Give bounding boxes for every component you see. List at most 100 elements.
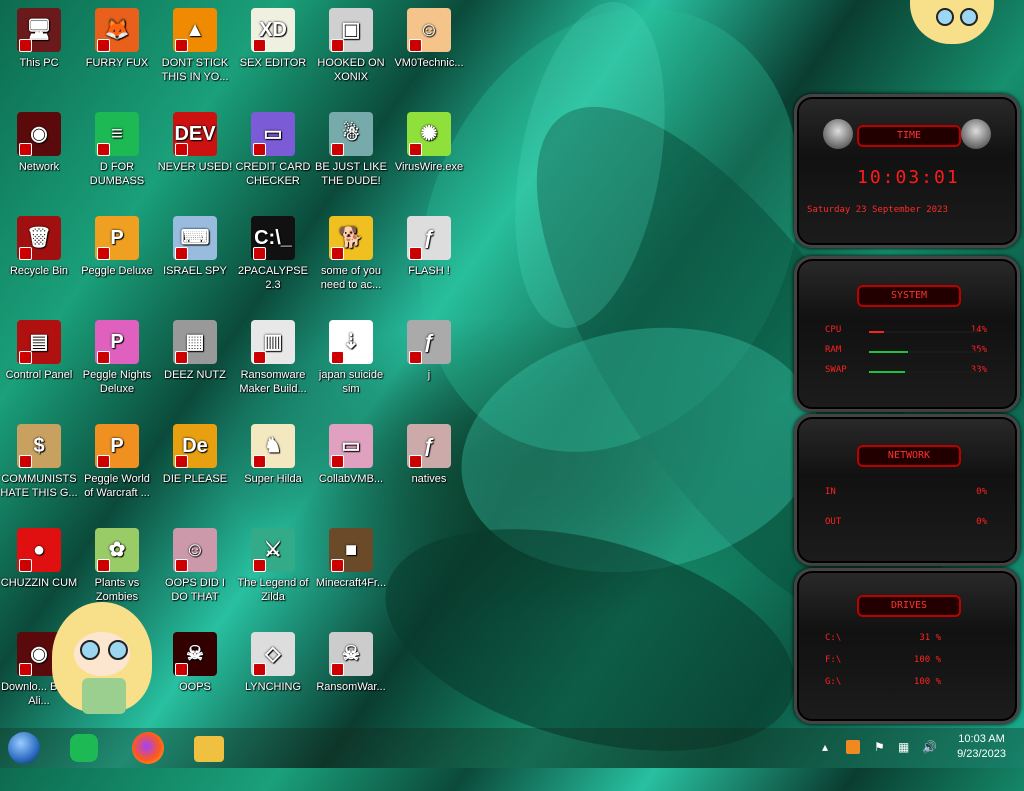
- portrait-icon: ☺: [173, 528, 217, 572]
- taskbar-clock[interactable]: 10:03 AM 9/23/2023: [957, 732, 1006, 762]
- desktop-icon-label: RansomWar...: [316, 681, 386, 693]
- desktop-icon[interactable]: ⇣ japan suicide sim: [312, 320, 390, 396]
- de-icon: De: [173, 424, 217, 468]
- desktop-icon-label: DONT STICK THIS IN YO...: [161, 57, 229, 83]
- desktop-icon[interactable]: ƒj: [390, 320, 468, 382]
- desktop-icon[interactable]: ƒ natives: [390, 424, 468, 486]
- desktop-icon[interactable]: ▭ CREDIT CARD CHECKER: [234, 112, 312, 188]
- hxd-icon: XD: [251, 8, 295, 52]
- desktop-icon[interactable]: ◇ LYNCHING: [234, 632, 312, 694]
- drive-g-row: G:\ 100 %: [825, 677, 941, 687]
- swap-bar: [869, 371, 979, 373]
- desktop-icon[interactable]: ▣ HOOKED ON XONIX: [312, 8, 390, 84]
- desktop-icon-label: LYNCHING: [244, 681, 302, 693]
- desktop-icon[interactable]: P Peggle World of Warcraft ...: [78, 424, 156, 500]
- flash-j-icon: ƒ: [407, 320, 451, 364]
- desktop-icon[interactable]: P Peggle Deluxe: [78, 216, 156, 278]
- desktop-icon[interactable]: ✿ Plants vs Zombies: [78, 528, 156, 604]
- ram-bar: [869, 351, 979, 353]
- desktop-icon[interactable]: ▥ Ransomware Maker Build...: [234, 320, 312, 396]
- desktop-icon[interactable]: ◉ Network: [0, 112, 78, 174]
- volume-icon[interactable]: 🔊: [922, 740, 937, 754]
- firefox-icon[interactable]: [132, 732, 164, 764]
- shortcut-badge-icon: [331, 143, 344, 156]
- desktop-icon[interactable]: P Peggle Nights Deluxe: [78, 320, 156, 396]
- shortcut-badge-icon: [175, 455, 188, 468]
- network-gadget[interactable]: NETWORK IN 0% OUT 0%: [794, 414, 1020, 566]
- desktop-icon[interactable]: ▭ CollabVMB...: [312, 424, 390, 486]
- network-tray-icon[interactable]: ▦: [898, 740, 909, 754]
- oops-icon: ☠: [173, 632, 217, 676]
- firefox-icon: 🦊: [95, 8, 139, 52]
- shortcut-badge-icon: [97, 39, 110, 52]
- desktop-icon[interactable]: ✺ VirusWire.exe: [390, 112, 468, 174]
- shortcut-badge-icon: [175, 39, 188, 52]
- gadget-title: DRIVES: [857, 595, 961, 617]
- drives-gadget[interactable]: DRIVES C:\ 31 % F:\ 100 % G:\ 100 %: [794, 568, 1020, 724]
- alien-head-icon: [823, 119, 853, 149]
- alien-network-icon: ◉: [17, 112, 61, 156]
- gadget-title: TIME: [857, 125, 961, 147]
- desktop-icon[interactable]: C:\_ 2PACALYPSE 2.3: [234, 216, 312, 292]
- shortcut-badge-icon: [175, 663, 188, 676]
- monitor-pink-icon: ▭: [329, 424, 373, 468]
- shortcut-badge-icon: [331, 351, 344, 364]
- desktop-icon-label: CHUZZIN CUM: [0, 577, 78, 589]
- desktop-icon[interactable]: ≡ D FOR DUMBASS: [78, 112, 156, 188]
- tray-app-icon[interactable]: [846, 740, 860, 754]
- desktop-icon[interactable]: 🐕 some of you need to ac...: [312, 216, 390, 292]
- desktop-icon[interactable]: 🖥 This PC: [0, 8, 78, 70]
- minecraft-icon: ■: [329, 528, 373, 572]
- desktop-icon[interactable]: ƒ FLASH !: [390, 216, 468, 278]
- shortcut-badge-icon: [409, 455, 422, 468]
- stack-windows-icon: ▦: [173, 320, 217, 364]
- cpu-bar: [869, 331, 979, 333]
- chat-icon[interactable]: [70, 734, 98, 762]
- desktop-icon[interactable]: ☠ RansomWar...: [312, 632, 390, 694]
- dev-cpp-icon: DEV: [173, 112, 217, 156]
- desktop-icon[interactable]: ☺ OOPS DID I DO THAT: [156, 528, 234, 604]
- flash-natives-icon: ƒ: [407, 424, 451, 468]
- peggle-nights-icon: P: [95, 320, 139, 364]
- desktop-icon-label: FURRY FUX: [85, 57, 149, 69]
- desktop-icon[interactable]: De DIE PLEASE: [156, 424, 234, 486]
- desktop-icon[interactable]: 🗑 Recycle Bin: [0, 216, 78, 278]
- desktop-icon[interactable]: ▦ DEEZ NUTZ: [156, 320, 234, 382]
- desktop-icon-label: Super Hilda: [244, 473, 302, 485]
- desktop-icon-label: Plants vs Zombies: [94, 577, 140, 603]
- star-sticker-left: [52, 602, 152, 722]
- desktop-icon[interactable]: ☺ VM0Technic...: [390, 8, 468, 70]
- system-gadget[interactable]: SYSTEM CPU 14% RAM 35% SWAP 33%: [794, 256, 1020, 412]
- desktop-icon[interactable]: ♞ Super Hilda: [234, 424, 312, 486]
- desktop-icon[interactable]: ☠ OOPS: [156, 632, 234, 694]
- desktop-icon[interactable]: 🦊 FURRY FUX: [78, 8, 156, 70]
- desktop-icon[interactable]: ▲ DONT STICK THIS IN YO...: [156, 8, 234, 84]
- desktop-icon[interactable]: DEV NEVER USED!: [156, 112, 234, 174]
- monitor-icon: 🖥: [17, 8, 61, 52]
- net-in-row: IN 0%: [825, 487, 987, 497]
- file-explorer-icon[interactable]: [194, 736, 224, 762]
- shortcut-badge-icon: [409, 39, 422, 52]
- desktop-icon[interactable]: XD SEX EDITOR: [234, 8, 312, 70]
- start-orb-icon[interactable]: [8, 732, 40, 764]
- vlc-cone-icon: ▲: [173, 8, 217, 52]
- desktop-icon[interactable]: ☃ BE JUST LIKE THE DUDE!: [312, 112, 390, 188]
- shortcut-badge-icon: [331, 455, 344, 468]
- time-gadget[interactable]: TIME 10:03:01 Saturday 23 September 2023: [794, 94, 1020, 248]
- flag-icon[interactable]: ⚑: [874, 740, 885, 754]
- desktop-icon[interactable]: $ COMMUNISTS HATE THIS G...: [0, 424, 78, 500]
- net-out-row: OUT 0%: [825, 517, 987, 527]
- desktop-icon-label: Peggle Nights Deluxe: [82, 369, 152, 395]
- dog-icon: 🐕: [329, 216, 373, 260]
- desktop-icon-label: This PC: [19, 57, 59, 69]
- shortcut-badge-icon: [97, 247, 110, 260]
- shortcut-badge-icon: [331, 39, 344, 52]
- chuzzle-icon: ●: [17, 528, 61, 572]
- desktop-icon[interactable]: ⚔ The Legend of Zilda: [234, 528, 312, 604]
- show-hidden-icons-icon[interactable]: ▴: [822, 740, 828, 754]
- desktop-icon[interactable]: ● CHUZZIN CUM: [0, 528, 78, 590]
- shortcut-badge-icon: [409, 247, 422, 260]
- desktop-icon[interactable]: ⌨ ISRAEL SPY: [156, 216, 234, 278]
- desktop-icon[interactable]: ▤ Control Panel: [0, 320, 78, 382]
- desktop-icon[interactable]: ■ Minecraft4Fr...: [312, 528, 390, 590]
